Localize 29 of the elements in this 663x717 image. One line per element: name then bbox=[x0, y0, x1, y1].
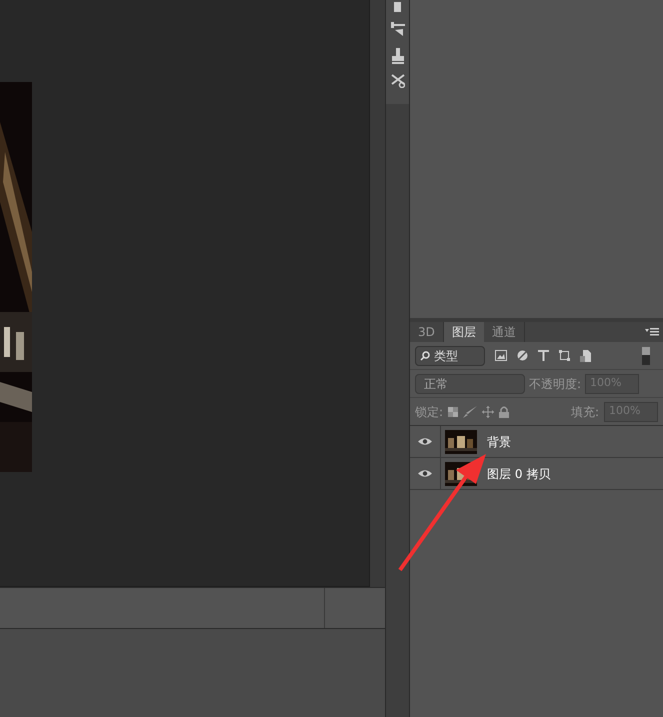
filter-dropdown[interactable]: 类型 bbox=[415, 346, 485, 366]
layer-name: 背景 bbox=[487, 434, 511, 450]
document-icon[interactable] bbox=[580, 350, 591, 362]
panel-tab[interactable]: 通道 bbox=[484, 322, 525, 342]
blend-mode-dropdown[interactable]: 正常 bbox=[415, 374, 525, 394]
lock-label: 锁定: bbox=[415, 404, 444, 420]
shape-icon[interactable] bbox=[559, 350, 570, 361]
layer-row[interactable]: 背景 bbox=[410, 426, 663, 458]
panel-tab[interactable]: 图层 bbox=[444, 322, 484, 342]
layer-thumbnail bbox=[445, 430, 477, 454]
search-icon bbox=[420, 350, 430, 360]
brush-icon[interactable] bbox=[463, 406, 478, 418]
circle-icon[interactable] bbox=[517, 350, 528, 361]
menu-icon[interactable] bbox=[645, 328, 659, 336]
eye-icon[interactable] bbox=[418, 437, 432, 446]
eye-icon[interactable] bbox=[418, 469, 432, 478]
checker-icon[interactable] bbox=[448, 406, 458, 416]
stamp-icon[interactable] bbox=[390, 48, 404, 64]
fill-label: 填充: bbox=[570, 404, 599, 420]
layer-row[interactable]: 图层 0 拷贝 bbox=[410, 458, 663, 490]
image-icon[interactable] bbox=[495, 350, 507, 361]
text-icon[interactable] bbox=[538, 350, 549, 361]
opacity-label: 不透明度: bbox=[529, 376, 582, 392]
tool-icon[interactable] bbox=[392, 2, 402, 12]
brush-icon[interactable] bbox=[390, 22, 404, 38]
lock-icon[interactable] bbox=[499, 406, 510, 418]
layer-name: 图层 0 拷贝 bbox=[487, 466, 550, 482]
move-icon[interactable] bbox=[482, 406, 494, 418]
scissors-icon[interactable] bbox=[390, 74, 404, 88]
